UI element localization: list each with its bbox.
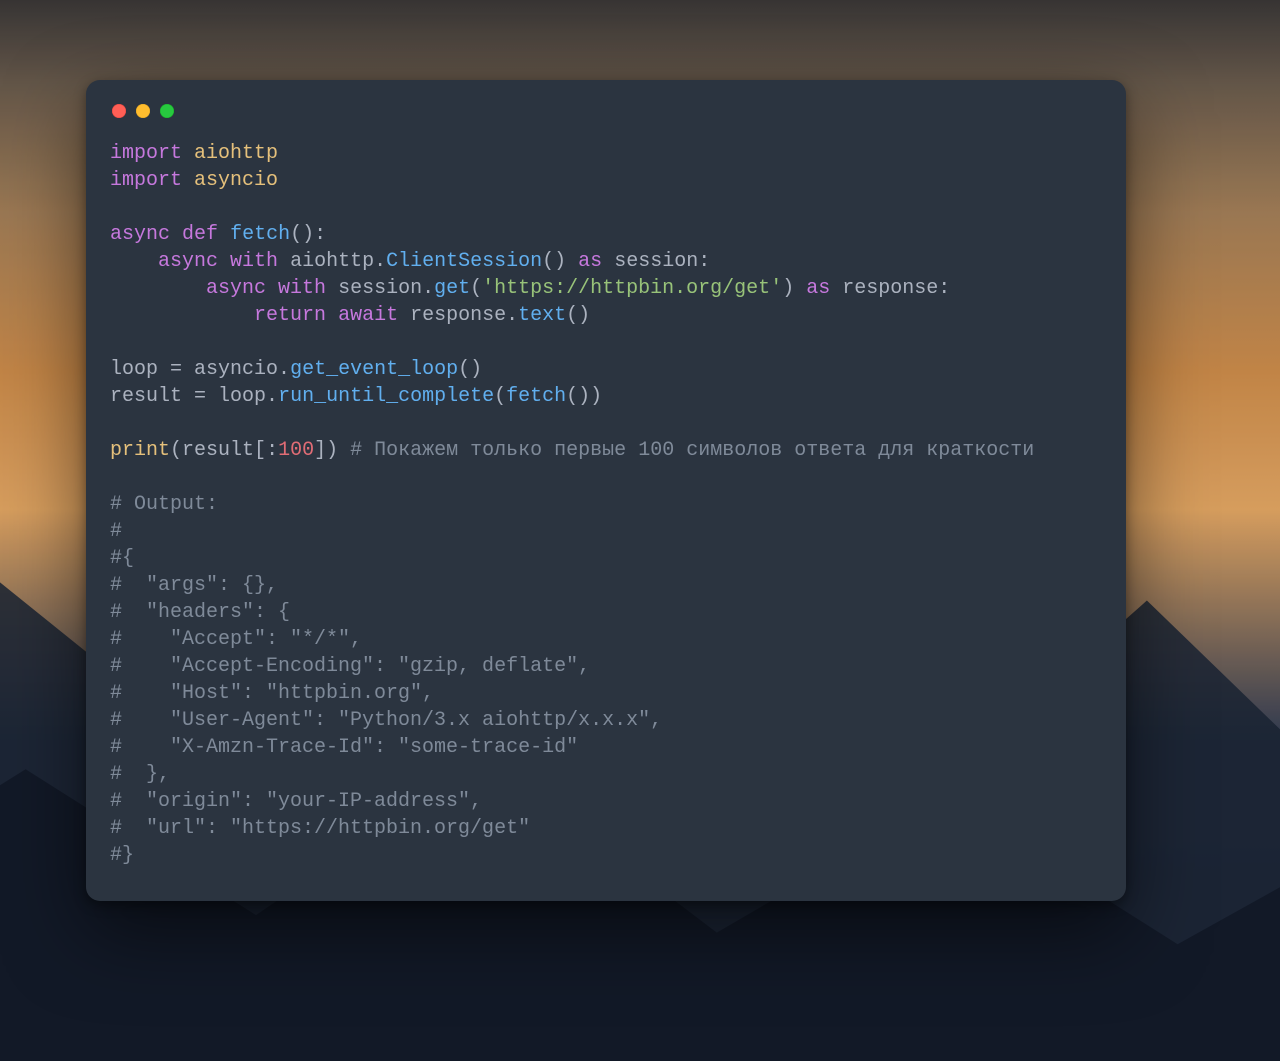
module-name: aiohttp [194, 142, 278, 165]
comment: # [110, 520, 122, 543]
comment: # }, [110, 763, 170, 786]
keyword-async: async [206, 277, 266, 300]
function-name: fetch [230, 223, 290, 246]
code-window: import aiohttp import asyncio async def … [86, 80, 1126, 901]
comment: # Output: [110, 493, 218, 516]
minimize-icon[interactable] [136, 104, 150, 118]
keyword-with: with [230, 250, 278, 273]
identifier: aiohttp [290, 250, 374, 273]
code-block: import aiohttp import asyncio async def … [110, 140, 1102, 869]
keyword-as: as [806, 277, 830, 300]
punct: . [506, 304, 518, 327]
keyword-as: as [578, 250, 602, 273]
method-name: text [518, 304, 566, 327]
indent [110, 250, 158, 273]
comment: # "Accept-Encoding": "gzip, deflate", [110, 655, 590, 678]
identifier: response [842, 277, 938, 300]
function-call: fetch [506, 385, 566, 408]
identifier: session [614, 250, 698, 273]
punct: = [158, 358, 194, 381]
comment: # "Accept": "*/*", [110, 628, 362, 651]
keyword-return: return [254, 304, 326, 327]
punct: . [266, 385, 278, 408]
builtin-print: print [110, 439, 170, 462]
keyword-async: async [158, 250, 218, 273]
method-name: get [434, 277, 470, 300]
comment: # Покажем только первые 100 символов отв… [350, 439, 1034, 462]
identifier: loop [218, 385, 266, 408]
punct: = [182, 385, 218, 408]
keyword-def: def [182, 223, 218, 246]
keyword-await: await [338, 304, 398, 327]
punct: ( [470, 277, 482, 300]
punct: ] [314, 439, 326, 462]
punct: () [566, 304, 590, 327]
window-controls [112, 104, 1102, 118]
comment: #} [110, 844, 134, 867]
comment: # "Host": "httpbin.org", [110, 682, 434, 705]
punct: () [458, 358, 482, 381]
punct: ) [590, 385, 602, 408]
comment: # "X-Amzn-Trace-Id": "some-trace-id" [110, 736, 578, 759]
punct: (): [290, 223, 326, 246]
keyword-async: async [110, 223, 170, 246]
identifier: session [338, 277, 422, 300]
identifier: result [182, 439, 254, 462]
punct: ) [782, 277, 794, 300]
variable: result [110, 385, 182, 408]
identifier: response [410, 304, 506, 327]
space [338, 439, 350, 462]
comment: # "User-Agent": "Python/3.x aiohttp/x.x.… [110, 709, 662, 732]
function-call: run_until_complete [278, 385, 494, 408]
zoom-icon[interactable] [160, 104, 174, 118]
indent [110, 277, 206, 300]
number-literal: 100 [278, 439, 314, 462]
punct: . [278, 358, 290, 381]
punct: () [566, 385, 590, 408]
string-literal: 'https://httpbin.org/get' [482, 277, 782, 300]
punct: : [938, 277, 950, 300]
class-name: ClientSession [386, 250, 542, 273]
punct: () [542, 250, 566, 273]
comment: # "url": "https://httpbin.org/get" [110, 817, 530, 840]
comment: # "headers": { [110, 601, 290, 624]
comment: # "origin": "your-IP-address", [110, 790, 482, 813]
function-call: get_event_loop [290, 358, 458, 381]
identifier: asyncio [194, 358, 278, 381]
comment: # "args": {}, [110, 574, 278, 597]
punct: ( [494, 385, 506, 408]
punct: ) [326, 439, 338, 462]
close-icon[interactable] [112, 104, 126, 118]
punct: : [266, 439, 278, 462]
keyword-import: import [110, 142, 182, 165]
comment: #{ [110, 547, 134, 570]
punct: [ [254, 439, 266, 462]
punct: : [698, 250, 710, 273]
module-name: asyncio [194, 169, 278, 192]
punct: ( [170, 439, 182, 462]
punct: . [374, 250, 386, 273]
keyword-import: import [110, 169, 182, 192]
indent [110, 304, 254, 327]
variable: loop [110, 358, 158, 381]
keyword-with: with [278, 277, 326, 300]
punct: . [422, 277, 434, 300]
